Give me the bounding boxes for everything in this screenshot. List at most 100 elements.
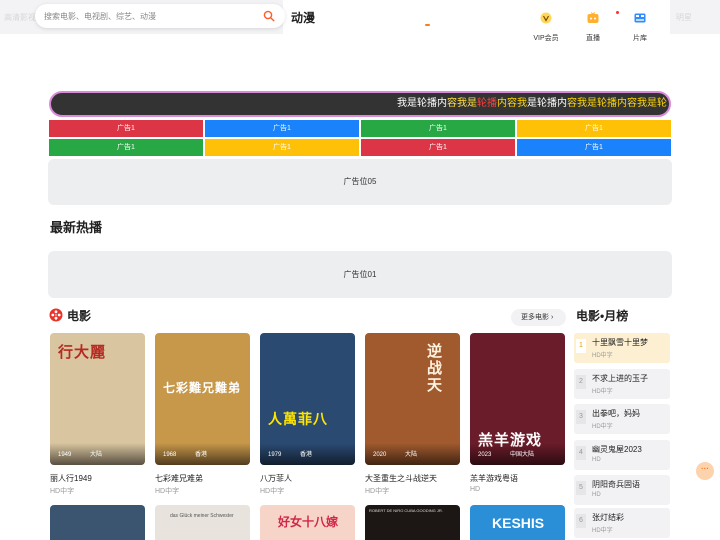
rank-number: 1: [576, 339, 586, 353]
movie-title[interactable]: 八万菲人: [260, 473, 292, 484]
movie-quality: HD中字: [365, 488, 390, 495]
poster-title-text: 七彩難兄難弟: [163, 381, 242, 395]
rank-title[interactable]: 幽灵鬼屋2023: [592, 444, 642, 455]
rank-quality: HD中字: [592, 424, 613, 430]
movies-section-title: 电影: [67, 309, 92, 323]
movie-poster[interactable]: [50, 505, 145, 540]
movie-quality: HD中字: [155, 488, 180, 495]
ranking-title: 电影•月榜: [576, 309, 629, 323]
movie-poster[interactable]: 七彩難兄難弟 1968 香港: [155, 333, 250, 465]
movie-poster[interactable]: 好女十八嫁: [260, 505, 355, 540]
movie-title[interactable]: 七彩难兄难弟: [155, 473, 203, 484]
floating-menu-button[interactable]: ···: [696, 462, 714, 480]
poster-title-text: 好女十八嫁: [278, 515, 339, 529]
film-library-button[interactable]: 片库: [622, 12, 658, 43]
ad-tile[interactable]: 广告1: [361, 120, 515, 137]
marquee-segment: 内容我: [497, 98, 527, 109]
ad-slot-05[interactable]: 广告位05: [48, 159, 672, 205]
rank-title[interactable]: 出拳吧，妈妈: [592, 408, 640, 419]
rank-title[interactable]: 不求上进的玉子: [592, 373, 648, 384]
live-tv-icon: [587, 12, 599, 23]
vip-label: VIP会员: [533, 35, 559, 42]
latest-section-title: 最新热播: [50, 220, 103, 235]
ad-tile[interactable]: 广告1: [205, 120, 359, 137]
movie-title[interactable]: 丽人行1949: [50, 473, 92, 484]
movie-year: 1979: [268, 452, 282, 458]
ad-tile[interactable]: 广告1: [517, 139, 671, 156]
ad-slot-01[interactable]: 广告位01: [48, 251, 672, 298]
movie-quality: HD中字: [50, 488, 75, 495]
search-icon[interactable]: [263, 10, 275, 22]
rank-number: 4: [576, 446, 586, 460]
rank-title[interactable]: 十里飘雪十里梦: [592, 337, 648, 348]
rank-quality: HD: [592, 457, 601, 463]
active-tab-indicator: [425, 24, 430, 26]
ranking-item[interactable]: 6 张灯结彩 HD中字: [574, 508, 670, 538]
rank-number: 2: [576, 375, 586, 389]
live-label: 直播: [586, 35, 600, 42]
movie-title[interactable]: 大圣重生之斗战逆天: [365, 473, 437, 484]
rank-quality: HD中字: [592, 528, 613, 534]
ranking-item[interactable]: 2 不求上进的玉子 HD中字: [574, 369, 670, 399]
live-button[interactable]: 直播: [575, 12, 611, 43]
notification-dot: [616, 11, 619, 14]
movie-region: 香港: [300, 452, 313, 458]
ad-tile[interactable]: 广告1: [49, 139, 203, 156]
poster-title-text: ROBERT DE NIRO CUBA GOODING JR.: [369, 508, 443, 513]
ad-tile[interactable]: 广告1: [517, 120, 671, 137]
announcement-marquee: 我是轮播内容我是轮播内容我是轮播内容我是轮播内容我是轮: [49, 91, 671, 117]
ad-tile[interactable]: 广告1: [49, 120, 203, 137]
film-reel-icon: [49, 308, 63, 322]
ranking-item[interactable]: 4 幽灵鬼屋2023 HD: [574, 440, 670, 470]
movie-poster[interactable]: 行大麗 1949 大陆: [50, 333, 145, 465]
movie-poster[interactable]: ROBERT DE NIRO CUBA GOODING JR.: [365, 505, 460, 540]
film-library-label: 片库: [633, 35, 647, 42]
vip-button[interactable]: VIP会员: [528, 12, 564, 43]
movie-poster[interactable]: 人萬菲八 1979 香港: [260, 333, 355, 465]
movie-region: 大陆: [90, 452, 103, 458]
rank-title[interactable]: 张灯结彩: [592, 512, 624, 523]
rank-quality: HD中字: [592, 353, 613, 359]
ad-tile[interactable]: 广告1: [361, 139, 515, 156]
marquee-segment: 轮播: [477, 98, 497, 109]
film-library-icon: [634, 13, 646, 23]
poster-title-text: das Glück meiner Schwester: [170, 513, 234, 519]
movie-poster[interactable]: 逆战天 2020 大陆: [365, 333, 460, 465]
rank-title[interactable]: 阴阳奇兵固语: [592, 479, 640, 490]
poster-title-text: 行大麗: [58, 344, 107, 361]
movie-quality: HD: [470, 486, 481, 493]
movie-poster[interactable]: 羔羊游戏 2023 中国大陆: [470, 333, 565, 465]
movie-region: 中国大陆: [510, 452, 535, 458]
nav-brand-title[interactable]: 动漫: [291, 9, 315, 26]
rank-quality: HD中字: [592, 389, 613, 395]
marquee-text: 我是轮播内容我是轮播内容我是轮播内容我是轮播内容我是轮: [397, 97, 667, 111]
movie-region: 香港: [195, 452, 208, 458]
movie-quality: HD中字: [260, 488, 285, 495]
faint-site-name: 高清影视: [4, 13, 36, 22]
movie-year: 1968: [163, 452, 177, 458]
ranking-item[interactable]: 3 出拳吧，妈妈 HD中字: [574, 404, 670, 434]
poster-title-text: KESHIS: [492, 515, 545, 531]
movie-poster[interactable]: das Glück meiner Schwester: [155, 505, 250, 540]
movie-title[interactable]: 羔羊游戏粤语: [470, 473, 518, 484]
rank-number: 3: [576, 410, 586, 424]
search-input[interactable]: [44, 8, 259, 24]
vip-icon: [540, 12, 552, 24]
more-movies-button[interactable]: 更多电影 ›: [511, 309, 566, 326]
ranking-item[interactable]: 5 阴阳奇兵固语 HD: [574, 475, 670, 505]
movie-year: 2023: [478, 452, 492, 458]
movie-region: 大陆: [405, 452, 418, 458]
movie-poster[interactable]: KESHIS: [470, 505, 565, 540]
marquee-segment: 我是轮播内: [397, 98, 447, 109]
marquee-segment: 容我是: [447, 98, 477, 109]
marquee-segment: 是轮播内: [527, 98, 567, 109]
movie-year: 1949: [58, 452, 72, 458]
nav-panel: [283, 0, 670, 84]
rank-number: 6: [576, 514, 586, 528]
rank-quality: HD: [592, 492, 601, 498]
ad-tile[interactable]: 广告1: [205, 139, 359, 156]
movie-year: 2020: [373, 452, 387, 458]
poster-title-text: 人萬菲八: [268, 411, 328, 427]
poster-title-text: 逆战天: [427, 343, 444, 394]
ranking-item[interactable]: 1 十里飘雪十里梦 HD中字: [574, 333, 670, 363]
